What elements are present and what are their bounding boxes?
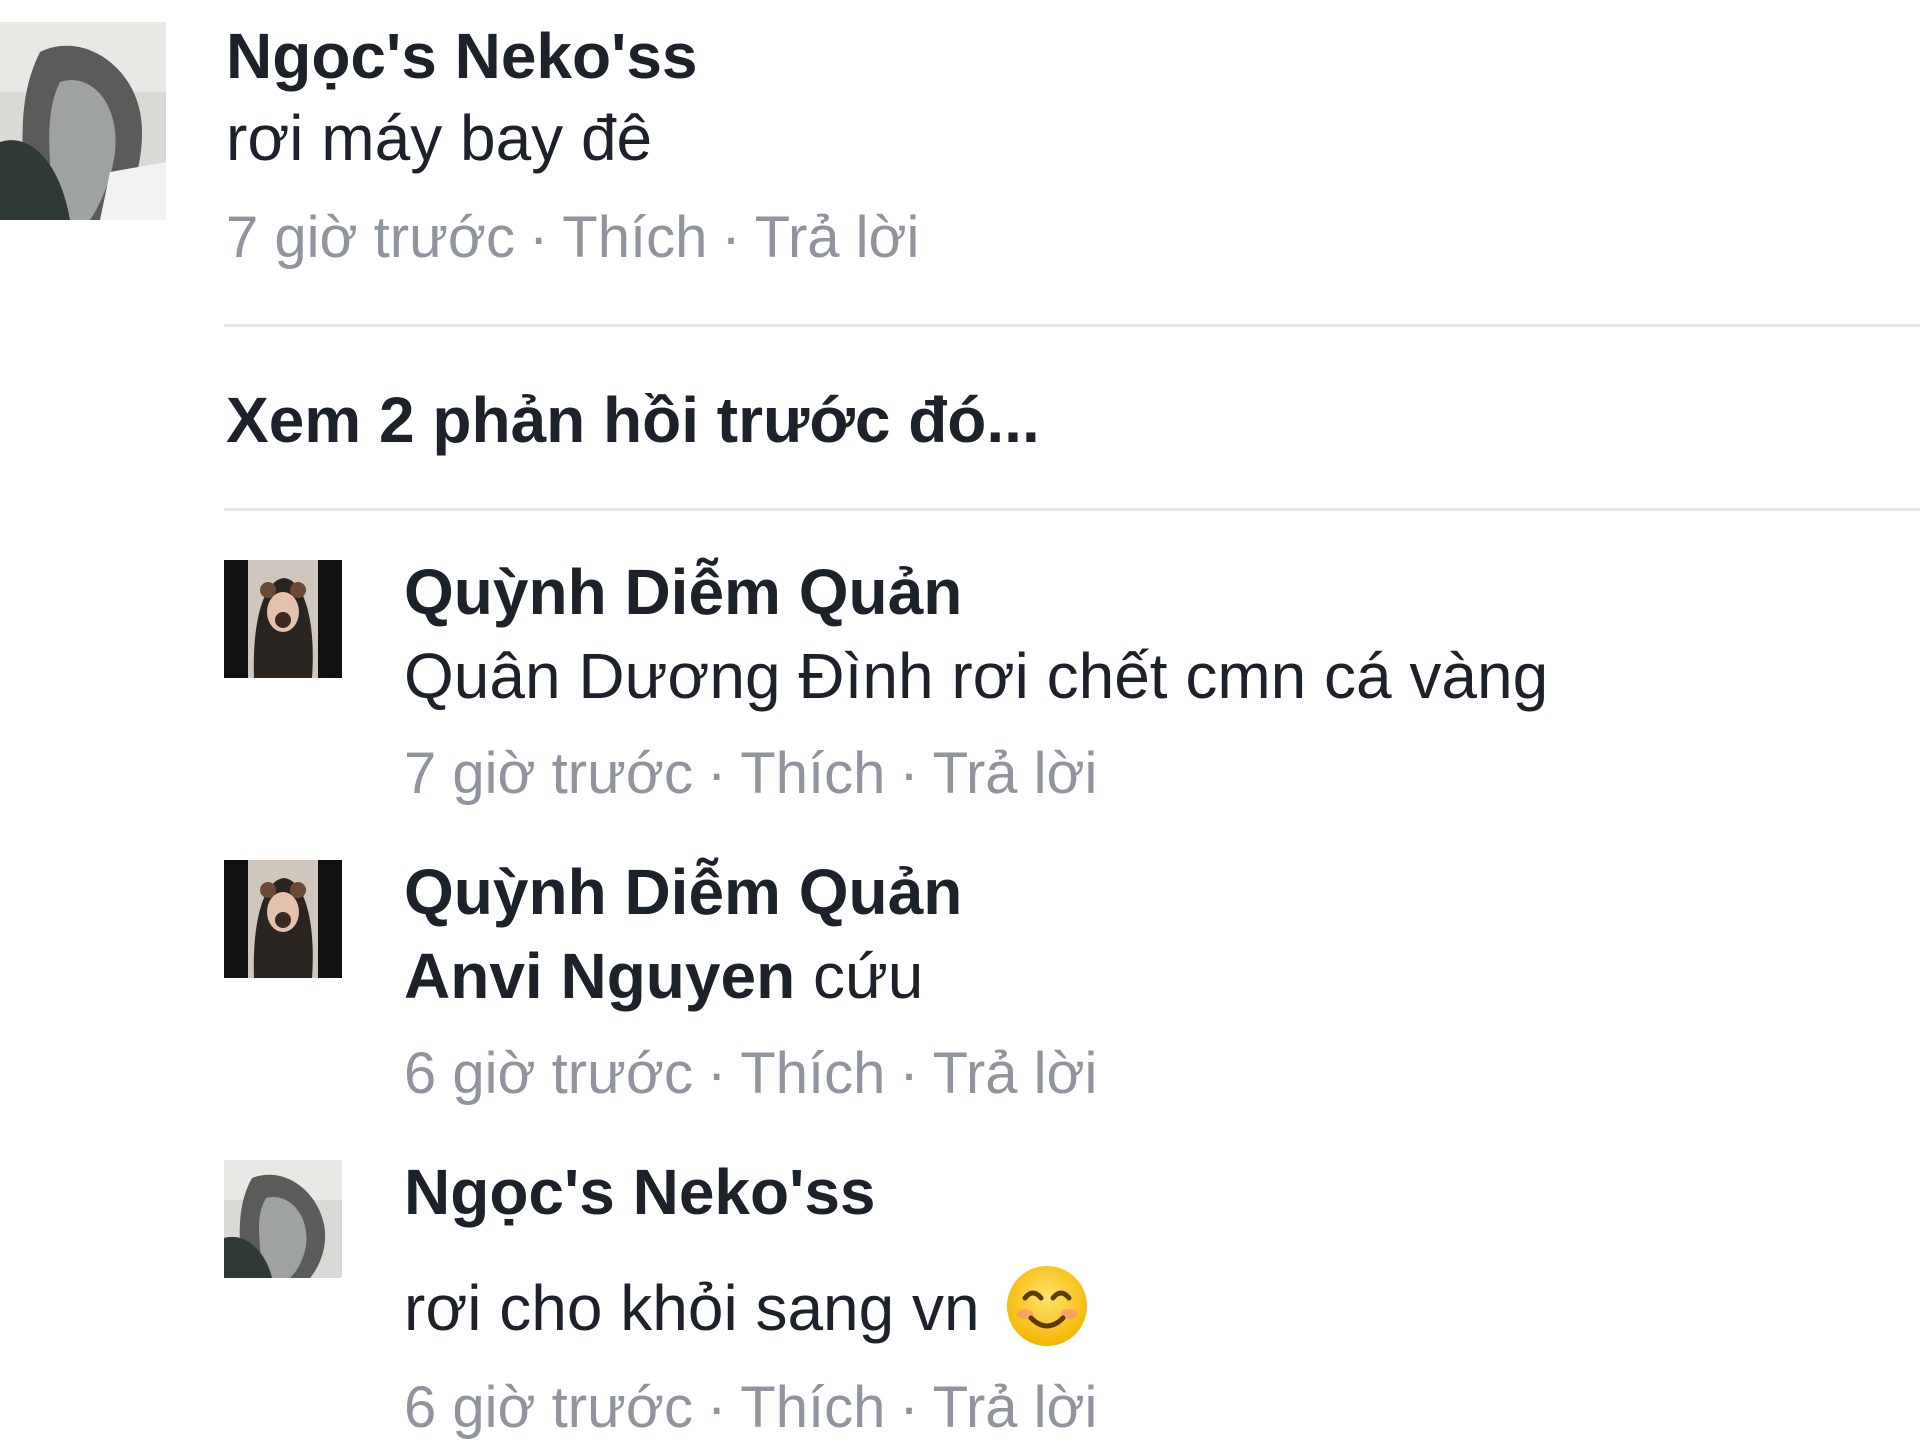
smiling-face-emoji-icon	[1005, 1264, 1089, 1348]
like-button[interactable]: Thích	[740, 1375, 885, 1440]
reply-text-body: cứu	[795, 940, 924, 1012]
avatar[interactable]	[0, 22, 166, 220]
profile-photo-icon	[224, 560, 342, 678]
like-button[interactable]: Thích	[740, 1041, 885, 1106]
reply-meta: 6 giờ trước · Thích · Trả lời	[404, 1039, 1097, 1109]
comment-author[interactable]: Ngọc's Neko'ss	[226, 18, 698, 94]
reply-author[interactable]: Quỳnh Diễm Quản	[404, 854, 962, 930]
comment-text: rơi máy bay đê	[226, 102, 653, 174]
profile-photo-icon	[224, 860, 342, 978]
reply-meta: 6 giờ trước · Thích · Trả lời	[404, 1373, 1097, 1443]
reply-text: Quân Dương Đình rơi chết cmn cá vàng	[404, 640, 1549, 712]
separator: ·	[706, 1041, 727, 1106]
separator: ·	[899, 1041, 919, 1106]
reply-text-body: rơi cho khỏi sang vn	[404, 1272, 980, 1344]
reply-text: rơi cho khỏi sang vn	[404, 1264, 1089, 1348]
reply-button[interactable]: Trả lời	[933, 741, 1098, 806]
separator: ·	[528, 205, 549, 270]
reply-text: Anvi Nguyen cứu	[404, 938, 923, 1014]
divider	[224, 508, 1920, 511]
reply-timestamp[interactable]: 6 giờ trước	[404, 1041, 693, 1106]
mention-link[interactable]: Anvi Nguyen	[404, 940, 795, 1012]
reply-button[interactable]: Trả lời	[933, 1041, 1098, 1106]
separator: ·	[899, 1375, 919, 1440]
separator: ·	[721, 205, 741, 270]
reply-meta: 7 giờ trước · Thích · Trả lời	[404, 739, 1097, 809]
comment-meta: 7 giờ trước · Thích · Trả lời	[226, 203, 919, 273]
reply-timestamp[interactable]: 6 giờ trước	[404, 1375, 693, 1440]
reply-author[interactable]: Quỳnh Diễm Quản	[404, 554, 962, 630]
like-button[interactable]: Thích	[740, 741, 885, 806]
avatar[interactable]	[224, 560, 342, 678]
separator: ·	[899, 741, 919, 806]
see-previous-replies-link[interactable]: Xem 2 phản hồi trước đó...	[226, 382, 1040, 458]
reply-button[interactable]: Trả lời	[933, 1375, 1098, 1440]
reply-author[interactable]: Ngọc's Neko'ss	[404, 1154, 876, 1230]
separator: ·	[706, 1375, 727, 1440]
reply-timestamp[interactable]: 7 giờ trước	[404, 741, 693, 806]
profile-photo-icon	[0, 22, 166, 220]
avatar[interactable]	[224, 860, 342, 978]
comment-timestamp[interactable]: 7 giờ trước	[226, 205, 515, 270]
divider	[224, 324, 1920, 327]
like-button[interactable]: Thích	[562, 205, 707, 270]
separator: ·	[706, 741, 727, 806]
reply-button[interactable]: Trả lời	[755, 205, 920, 270]
avatar[interactable]	[224, 1160, 342, 1278]
profile-photo-icon	[224, 1160, 342, 1278]
